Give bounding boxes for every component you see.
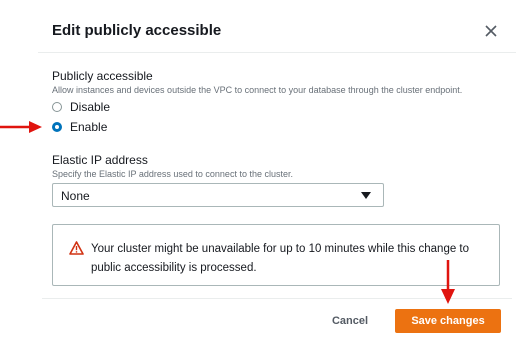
save-changes-button[interactable]: Save changes [395, 309, 501, 333]
radio-enable-circle[interactable] [52, 122, 62, 132]
modal-title: Edit publicly accessible [52, 22, 222, 39]
public-access-label: Publicly accessible [52, 69, 153, 83]
elastic-ip-label: Elastic IP address [52, 153, 148, 167]
warning-alert: Your cluster might be unavailable for up… [52, 224, 500, 286]
radio-disable[interactable]: Disable [52, 99, 110, 115]
warning-icon [69, 241, 84, 255]
caret-down-icon[interactable] [361, 192, 371, 199]
header-divider [38, 52, 516, 53]
cancel-button[interactable]: Cancel [320, 309, 380, 333]
radio-enable-label: Enable [70, 120, 108, 134]
annotation-arrow-down-icon [441, 260, 455, 304]
annotation-arrow-right-icon [0, 121, 42, 133]
close-icon[interactable] [484, 24, 498, 38]
radio-disable-circle[interactable] [52, 102, 62, 112]
public-access-description: Allow instances and devices outside the … [52, 85, 463, 95]
warning-alert-text: Your cluster might be unavailable for up… [91, 243, 470, 274]
elastic-ip-select[interactable]: None [52, 183, 384, 207]
radio-enable[interactable]: Enable [52, 119, 107, 135]
elastic-ip-description: Specify the Elastic IP address used to c… [52, 169, 293, 179]
elastic-ip-select-value: None [61, 189, 90, 203]
radio-disable-label: Disable [70, 100, 111, 114]
